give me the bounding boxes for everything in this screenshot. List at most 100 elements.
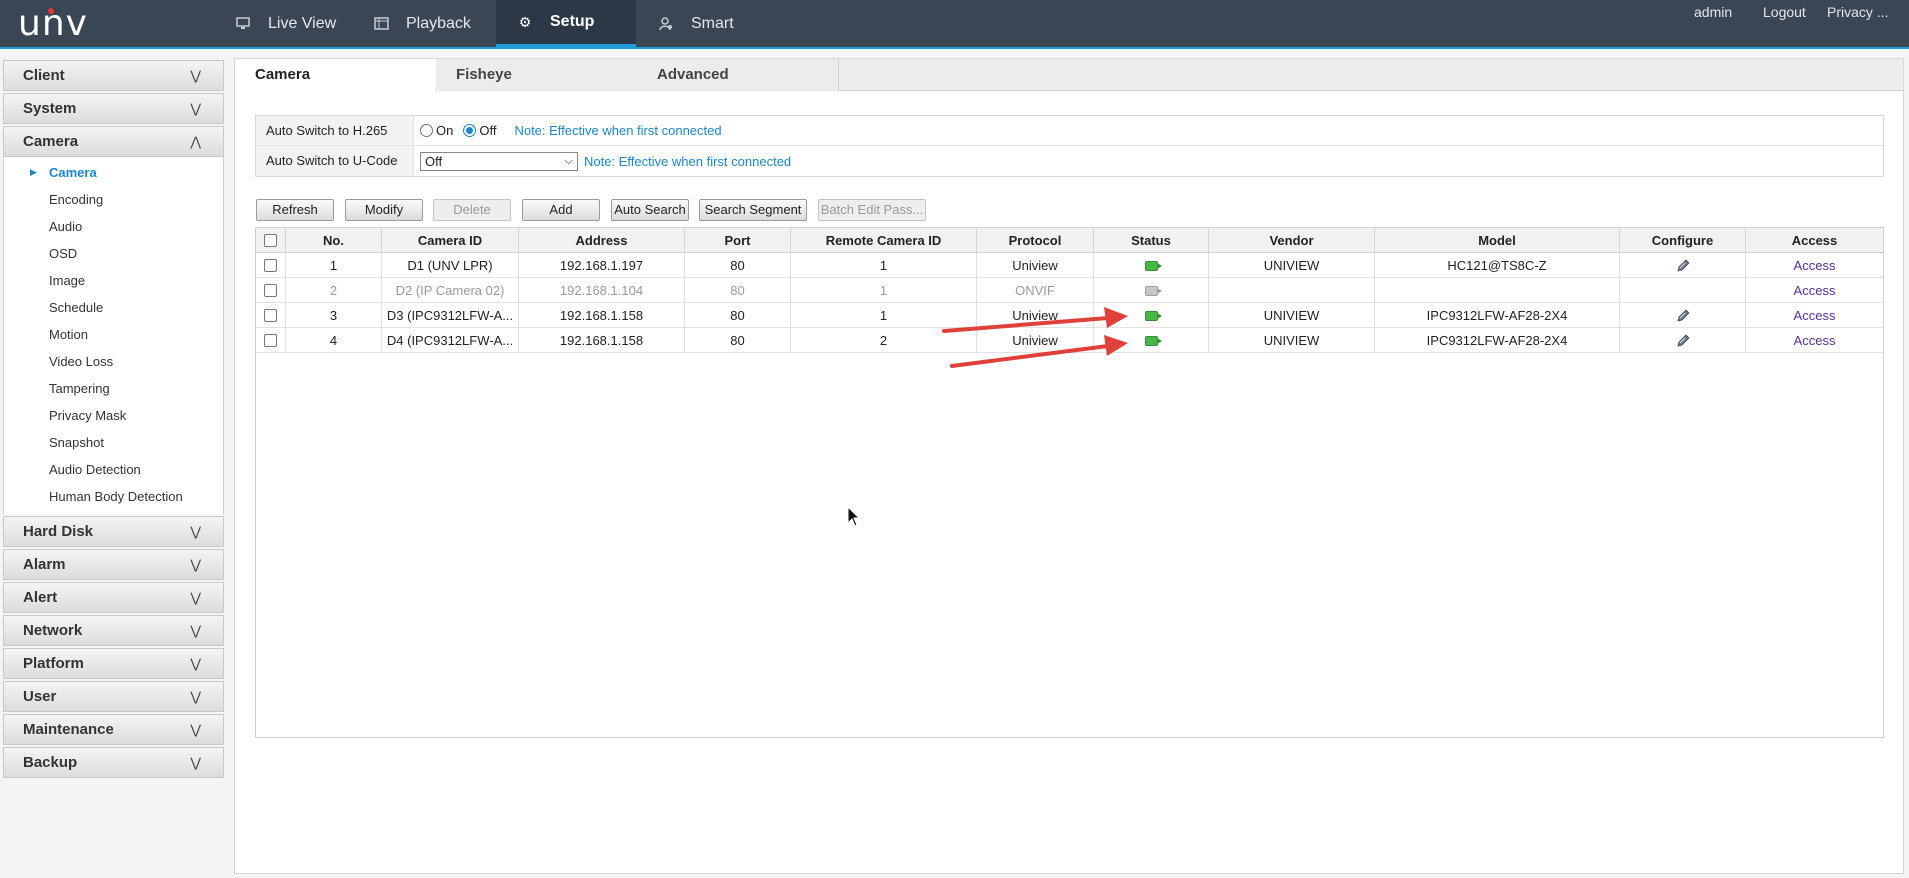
sidebar-section-user[interactable]: User ⋁: [3, 681, 224, 712]
row-checkbox[interactable]: [264, 259, 277, 272]
h265-note: Note: Effective when first connected: [514, 123, 722, 138]
chevron-double-down-icon: ⋁: [190, 590, 201, 605]
mouse-cursor-icon: [847, 506, 861, 527]
sidebar-item-privacy-mask[interactable]: Privacy Mask: [4, 402, 223, 429]
col-access: Access: [1791, 233, 1838, 248]
chevron-double-down-icon: ⋁: [190, 656, 201, 671]
access-link[interactable]: Access: [1794, 308, 1836, 323]
chevron-down-icon: ⌵: [564, 154, 573, 167]
top-bar: unv Live View Playback ⚙ Setup Smart adm…: [0, 0, 1909, 49]
row-checkbox[interactable]: [264, 334, 277, 347]
sidebar-item-camera[interactable]: ▶ Camera: [4, 159, 223, 186]
sidebar-item-osd[interactable]: OSD: [4, 240, 223, 267]
pencil-edit-icon[interactable]: [1676, 334, 1690, 348]
nav-live-view[interactable]: Live View: [232, 0, 352, 47]
add-button[interactable]: Add: [522, 199, 600, 221]
nav-smart[interactable]: Smart: [657, 0, 767, 47]
access-link[interactable]: Access: [1794, 258, 1836, 273]
camera-submenu: ▶ Camera Encoding Audio OSD Image Schedul…: [3, 157, 224, 514]
unv-logo: unv: [18, 3, 88, 44]
chevron-double-down-icon: ⋁: [190, 101, 201, 116]
chevron-double-up-icon: ⋀: [190, 134, 201, 149]
tab-camera[interactable]: Camera: [235, 59, 437, 92]
table-row[interactable]: 4 D4 (IPC9312LFW-A... 192.168.1.158 80 2…: [256, 328, 1883, 353]
row-checkbox[interactable]: [264, 309, 277, 322]
ucode-label: Auto Switch to U-Code: [256, 146, 414, 176]
table-row[interactable]: 2 D2 (IP Camera 02) 192.168.1.104 80 1 O…: [256, 278, 1883, 303]
sidebar-section-hard-disk[interactable]: Hard Disk ⋁: [3, 516, 224, 547]
camera-offline-icon: [1144, 286, 1162, 296]
table-row[interactable]: 1 D1 (UNV LPR) 192.168.1.197 80 1 Univie…: [256, 253, 1883, 278]
sidebar-item-audio[interactable]: Audio: [4, 213, 223, 240]
auto-switch-settings: Auto Switch to H.265 On Off Note: Effect…: [255, 115, 1884, 177]
col-protocol: Protocol: [977, 228, 1094, 253]
col-address: Address: [519, 228, 685, 253]
sidebar-section-alarm[interactable]: Alarm ⋁: [3, 549, 224, 580]
chevron-double-down-icon: ⋁: [190, 755, 201, 770]
sidebar-section-platform[interactable]: Platform ⋁: [3, 648, 224, 679]
logout-link[interactable]: Logout: [1763, 4, 1806, 20]
sidebar-item-encoding[interactable]: Encoding: [4, 186, 223, 213]
col-model: Model: [1375, 228, 1620, 253]
tab-bar: Camera Fisheye Advanced: [235, 59, 1903, 92]
nav-setup[interactable]: ⚙ Setup: [496, 0, 636, 47]
privacy-link[interactable]: Privacy ...: [1827, 4, 1888, 20]
tab-advanced[interactable]: Advanced: [637, 59, 839, 91]
pencil-edit-icon[interactable]: [1676, 309, 1690, 323]
refresh-button[interactable]: Refresh: [256, 199, 334, 221]
ucode-row: Auto Switch to U-Code Off ⌵ Note: Effect…: [256, 146, 1883, 176]
tab-fisheye[interactable]: Fisheye: [436, 59, 638, 91]
main-panel: Camera Fisheye Advanced Auto Switch to H…: [234, 58, 1904, 874]
modify-button[interactable]: Modify: [345, 199, 423, 221]
sidebar-section-system[interactable]: System ⋁: [3, 93, 224, 124]
access-link[interactable]: Access: [1794, 283, 1836, 298]
select-all-checkbox[interactable]: [264, 234, 277, 247]
h265-off-radio[interactable]: [463, 124, 477, 137]
sidebar-item-schedule[interactable]: Schedule: [4, 294, 223, 321]
auto-search-button[interactable]: Auto Search: [611, 199, 689, 221]
sidebar-item-motion[interactable]: Motion: [4, 321, 223, 348]
table-row[interactable]: 3 D3 (IPC9312LFW-A... 192.168.1.158 80 1…: [256, 303, 1883, 328]
monitor-icon: [234, 17, 252, 30]
pencil-edit-icon[interactable]: [1676, 259, 1690, 273]
col-status: Status: [1094, 228, 1209, 253]
delete-button[interactable]: Delete: [433, 199, 511, 221]
sidebar: Client ⋁ System ⋁ Camera ⋀ ▶ Camera Encoding…: [3, 60, 224, 780]
nav-playback[interactable]: Playback: [372, 0, 488, 47]
search-segment-button[interactable]: Search Segment: [699, 199, 807, 221]
current-user: admin: [1694, 4, 1733, 20]
col-configure: Configure: [1620, 228, 1746, 253]
sidebar-section-client[interactable]: Client ⋁: [3, 60, 224, 91]
batch-edit-password-button[interactable]: Batch Edit Pass...: [818, 199, 926, 221]
sidebar-item-image[interactable]: Image: [4, 267, 223, 294]
sidebar-item-audio-detection[interactable]: Audio Detection: [4, 456, 223, 483]
col-no: No.: [286, 228, 382, 253]
sidebar-section-network[interactable]: Network ⋁: [3, 615, 224, 646]
table-header: No. Camera ID Address Port Remote Camera…: [256, 228, 1883, 253]
select-all-cell: [256, 228, 286, 253]
chevron-double-down-icon: ⋁: [190, 623, 201, 638]
sidebar-item-tampering[interactable]: Tampering: [4, 375, 223, 402]
chevron-double-down-icon: ⋁: [190, 524, 201, 539]
sidebar-item-snapshot[interactable]: Snapshot: [4, 429, 223, 456]
caret-right-icon: ▶: [30, 167, 37, 177]
ucode-select[interactable]: Off ⌵: [420, 151, 578, 171]
sidebar-section-backup[interactable]: Backup ⋁: [3, 747, 224, 778]
col-remote-camera-id: Remote Camera ID: [791, 228, 977, 253]
ucode-note: Note: Effective when first connected: [584, 153, 792, 169]
row-checkbox[interactable]: [264, 284, 277, 297]
sidebar-section-maintenance[interactable]: Maintenance ⋁: [3, 714, 224, 745]
logo-dot: [48, 8, 54, 14]
sidebar-item-human-body-detection[interactable]: Human Body Detection: [4, 483, 223, 510]
camera-table: No. Camera ID Address Port Remote Camera…: [255, 227, 1884, 738]
h265-row: Auto Switch to H.265 On Off Note: Effect…: [256, 116, 1883, 146]
sidebar-section-alert[interactable]: Alert ⋁: [3, 582, 224, 613]
sidebar-section-camera[interactable]: Camera ⋀: [3, 126, 224, 157]
access-link[interactable]: Access: [1794, 333, 1836, 348]
sidebar-item-video-loss[interactable]: Video Loss: [4, 348, 223, 375]
camera-online-icon: [1144, 311, 1162, 321]
h265-label: Auto Switch to H.265: [256, 116, 414, 145]
h265-on-radio[interactable]: [420, 124, 433, 137]
camera-online-icon: [1144, 336, 1162, 346]
smart-person-icon: [657, 16, 675, 31]
